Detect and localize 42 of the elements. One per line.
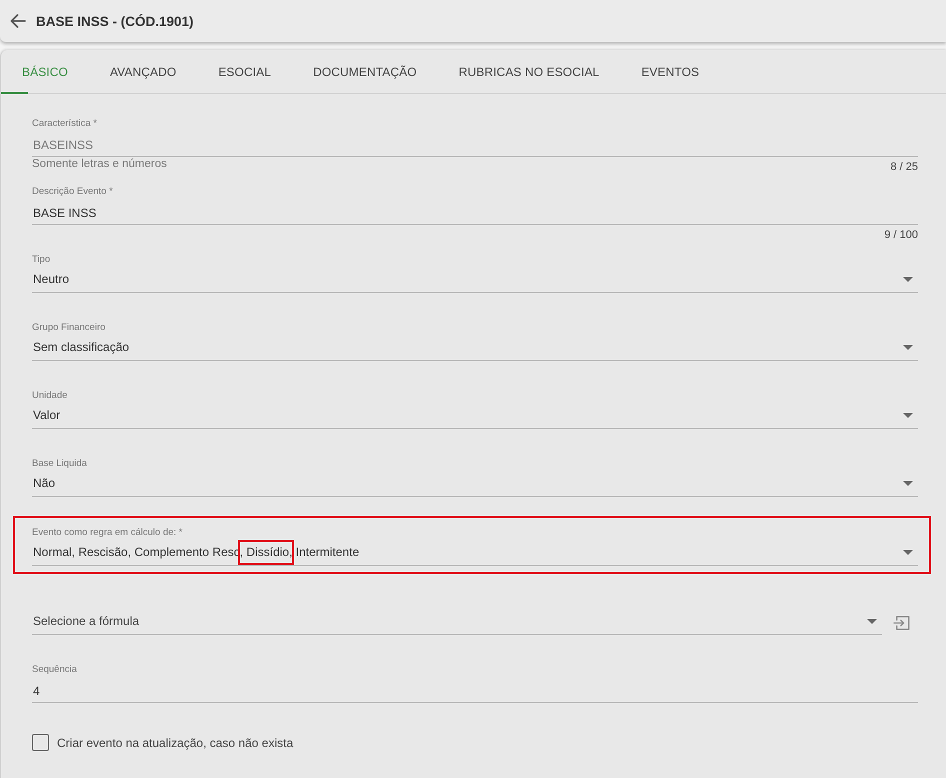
select-placeholder: Selecione a fórmula: [33, 613, 140, 630]
dropdown-caret-icon: [867, 619, 877, 624]
field-label: Grupo Financeiro: [32, 321, 106, 335]
dropdown-caret-icon: [903, 345, 913, 350]
hint-text: Somente letras e números: [32, 157, 167, 171]
select-field[interactable]: Não: [32, 471, 918, 497]
checkbox[interactable]: [32, 734, 49, 751]
formula-button[interactable]: [893, 614, 911, 632]
character-counter: 8 / 25: [890, 160, 918, 174]
text-field[interactable]: 4: [32, 677, 918, 703]
dropdown-caret-icon: [903, 277, 913, 282]
dropdown-caret-icon: [903, 413, 913, 418]
select-value: Valor: [33, 407, 60, 424]
tab[interactable]: EVENTOS: [620, 50, 720, 93]
field-label: Base Liquida: [32, 457, 88, 471]
tab[interactable]: AVANÇADO: [88, 50, 198, 93]
field-label: Descrição Evento *: [32, 185, 114, 199]
select-value: Não: [33, 475, 56, 492]
select-field[interactable]: Neutro: [32, 267, 918, 293]
field-label: Característica *: [32, 117, 98, 131]
back-button[interactable]: [10, 13, 26, 29]
select-field[interactable]: Sem classificação: [32, 335, 918, 361]
select-value: Sem classificação: [33, 339, 130, 356]
character-counter: 9 / 100: [884, 228, 918, 242]
select-value: Neutro: [33, 271, 70, 288]
text-field[interactable]: BASE INSS: [32, 199, 918, 225]
dropdown-caret-icon: [903, 550, 913, 555]
tab[interactable]: RUBRICAS NO ESOCIAL: [438, 50, 620, 93]
field-label: Sequência: [32, 663, 78, 677]
tab[interactable]: ESOCIAL: [197, 50, 292, 93]
tab[interactable]: DOCUMENTAÇÃO: [292, 50, 438, 93]
select-field[interactable]: Valor: [32, 403, 918, 429]
checkbox-label: Criar evento na atualização, caso não exista: [57, 736, 294, 750]
field-label: Unidade: [32, 389, 68, 403]
field-label: Evento como regra em cálculo de: *: [32, 526, 184, 540]
page-title: BASE INSS - (CÓD.1901): [36, 14, 194, 28]
arrow-left-icon: [10, 13, 26, 29]
arrow-into-box-icon: [893, 614, 911, 632]
tab-indicator: [1, 92, 28, 94]
dropdown-caret-icon: [903, 481, 913, 486]
select-field[interactable]: Selecione a fórmula: [32, 609, 882, 635]
field-label: Tipo: [32, 253, 52, 267]
